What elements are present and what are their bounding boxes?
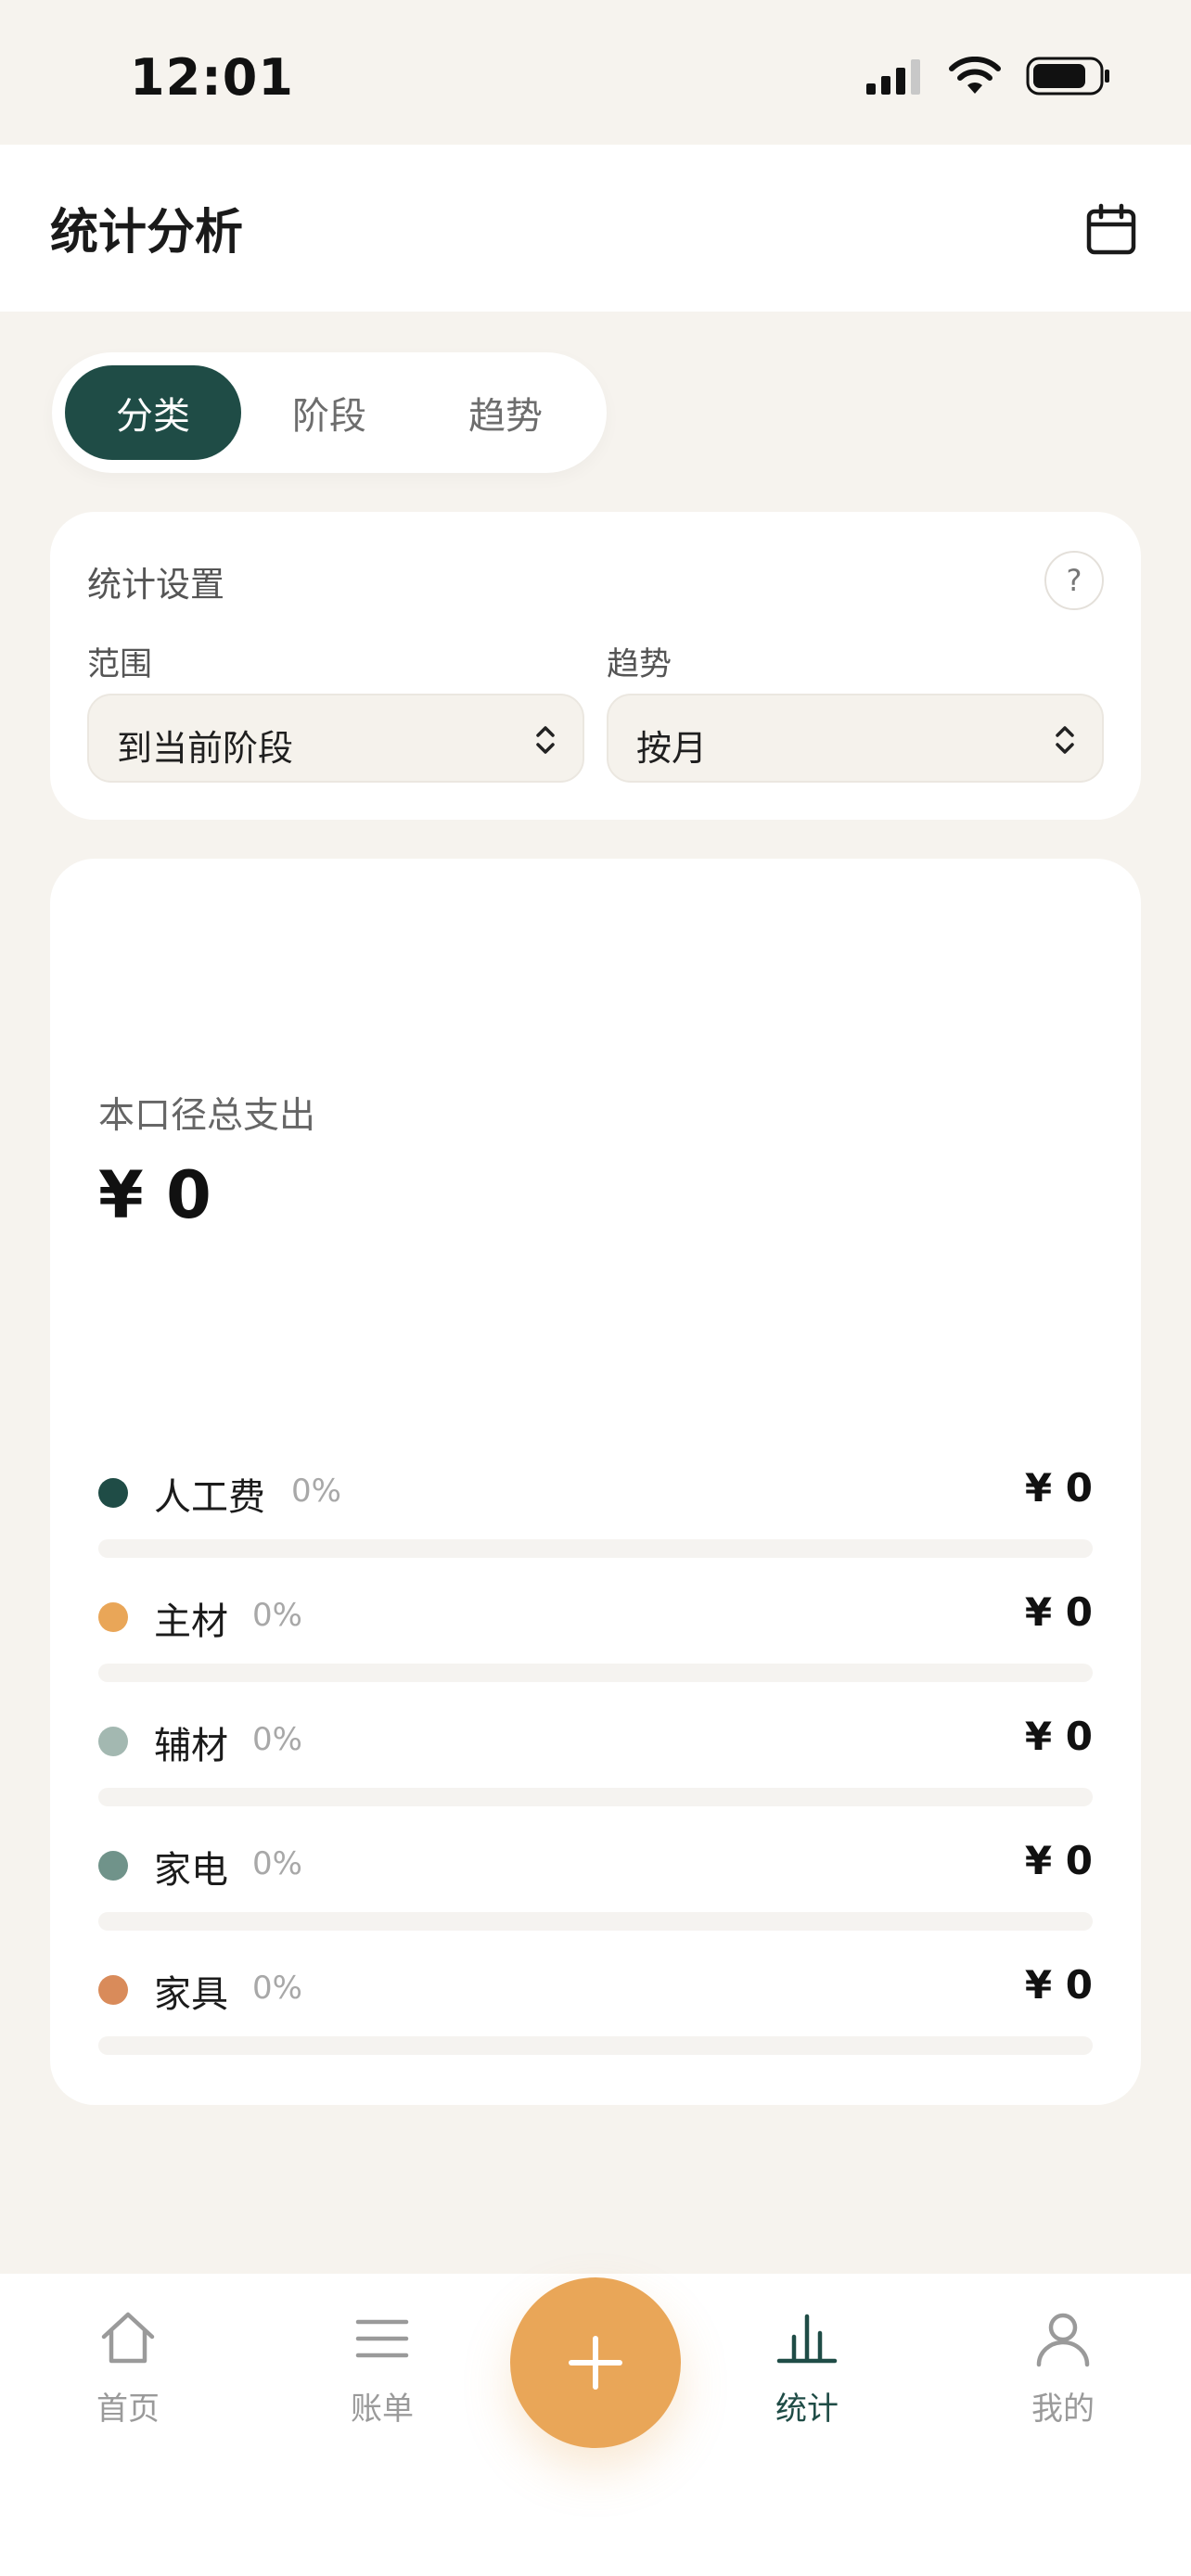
user-icon [1036, 2313, 1090, 2367]
category-percent: 0% [252, 1597, 302, 1634]
nav-label-mine: 我的 [1031, 2391, 1095, 2428]
range-select[interactable]: 到当前阶段 [87, 694, 584, 783]
settings-card: 统计设置 ? 范围 到当前阶段 趋势 按月 [50, 512, 1141, 820]
category-color-dot [98, 1727, 128, 1756]
range-select-value: 到当前阶段 [117, 728, 294, 769]
nav-label-bills: 账单 [351, 2391, 414, 2428]
total-expense-value: ¥ 0 [98, 1157, 211, 1233]
category-row[interactable]: 主材 0% ¥ 0 [98, 1575, 1093, 1699]
status-bar: 12:01 [0, 0, 1191, 145]
tab-category[interactable]: 分类 [65, 365, 241, 460]
nav-item-mine[interactable]: 我的 [970, 2305, 1156, 2444]
app-header: 统计分析 [0, 145, 1191, 312]
category-color-dot [98, 1851, 128, 1881]
category-row[interactable]: 家具 0% ¥ 0 [98, 1947, 1093, 2072]
category-color-dot [98, 1478, 128, 1508]
nav-item-home[interactable]: 首页 [35, 2305, 221, 2444]
tab-trend[interactable]: 趋势 [417, 365, 594, 460]
category-progress-bar [98, 1912, 1093, 1931]
calendar-button[interactable] [1082, 200, 1141, 260]
help-button[interactable]: ? [1044, 551, 1104, 610]
category-progress-bar [98, 2036, 1093, 2055]
category-name: 人工费 [154, 1476, 265, 1519]
category-amount: ¥ 0 [1024, 1714, 1093, 1759]
category-progress-bar [98, 1664, 1093, 1682]
calendar-icon [1086, 203, 1136, 255]
category-percent: 0% [291, 1473, 341, 1510]
status-time: 12:01 [130, 48, 294, 107]
category-percent: 0% [252, 1721, 302, 1758]
category-color-dot [98, 1602, 128, 1632]
settings-title: 统计设置 [87, 565, 224, 605]
nav-item-bills[interactable]: 账单 [289, 2305, 475, 2444]
page-title: 统计分析 [50, 205, 244, 261]
bar-chart-icon [776, 2314, 838, 2364]
wifi-icon [949, 57, 1001, 94]
stats-mode-tabs: 分类 阶段 趋势 [52, 352, 607, 473]
nav-label-home: 首页 [96, 2391, 160, 2428]
cellular-signal-icon [866, 59, 920, 95]
status-icons [864, 56, 1111, 96]
category-progress-bar [98, 1539, 1093, 1558]
category-row[interactable]: 辅材 0% ¥ 0 [98, 1699, 1093, 1823]
category-amount: ¥ 0 [1024, 1465, 1093, 1511]
category-amount: ¥ 0 [1024, 1589, 1093, 1635]
nav-item-stats[interactable]: 统计 [714, 2305, 900, 2444]
range-label: 范围 [87, 646, 153, 683]
category-row[interactable]: 人工费 0% ¥ 0 [98, 1450, 1093, 1575]
list-icon [355, 2319, 409, 2358]
total-expense-label: 本口径总支出 [98, 1095, 316, 1137]
chevron-up-down-icon [1056, 726, 1074, 754]
category-name: 辅材 [154, 1725, 228, 1767]
category-percent: 0% [252, 1970, 302, 2007]
category-amount: ¥ 0 [1024, 1962, 1093, 2008]
category-progress-bar [98, 1788, 1093, 1806]
category-amount: ¥ 0 [1024, 1838, 1093, 1883]
trend-select[interactable]: 按月 [607, 694, 1104, 783]
category-row[interactable]: 家电 0% ¥ 0 [98, 1823, 1093, 1947]
battery-icon [1026, 57, 1109, 96]
category-color-dot [98, 1975, 128, 2005]
add-record-button[interactable] [510, 2277, 681, 2448]
category-percent: 0% [252, 1845, 302, 1882]
category-name: 家具 [154, 1973, 228, 2016]
home-icon [101, 2312, 155, 2364]
nav-label-stats: 统计 [775, 2391, 839, 2428]
tab-stage[interactable]: 阶段 [241, 365, 417, 460]
chevron-up-down-icon [536, 726, 555, 754]
category-stats-card: 本口径总支出 ¥ 0 人工费 0% ¥ 0 主材 0% ¥ 0 辅材 0% ¥ … [50, 859, 1141, 2105]
category-name: 主材 [154, 1600, 228, 1643]
trend-select-value: 按月 [636, 728, 708, 769]
trend-label: 趋势 [607, 646, 672, 683]
plus-icon [569, 2336, 622, 2390]
category-name: 家电 [154, 1849, 228, 1892]
